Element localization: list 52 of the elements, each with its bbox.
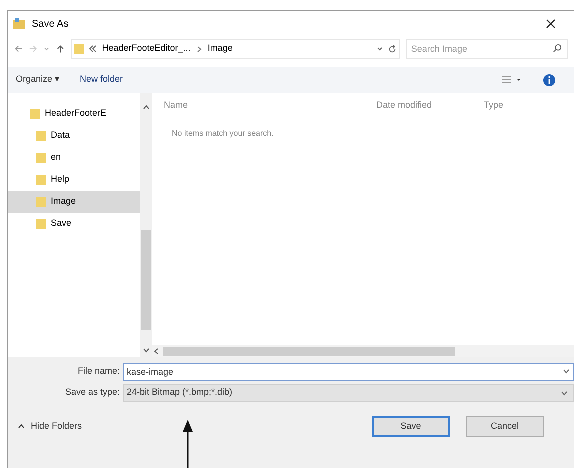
- organize-button[interactable]: Organize ▾: [16, 73, 60, 87]
- breadcrumb[interactable]: Image: [208, 42, 233, 56]
- scrollbar-thumb[interactable]: [141, 230, 151, 330]
- scrollbar-thumb[interactable]: [163, 346, 455, 356]
- new-folder-button[interactable]: New folder: [80, 73, 124, 87]
- cancel-button[interactable]: Cancel: [466, 416, 544, 437]
- annotation-arrow: [182, 420, 194, 468]
- dropdown-icon[interactable]: [377, 46, 384, 52]
- horizontal-scrollbar[interactable]: [152, 345, 574, 357]
- dropdown-icon[interactable]: [563, 369, 570, 374]
- folder-icon: [36, 196, 46, 208]
- column-header[interactable]: Name: [152, 99, 342, 113]
- refresh-icon[interactable]: [388, 44, 398, 54]
- field-label: Save as type:: [64, 386, 121, 400]
- scroll-left-icon[interactable]: [154, 348, 159, 354]
- file-name-field[interactable]: kase-image: [123, 363, 574, 381]
- folder-icon: [12, 18, 26, 30]
- search-field[interactable]: Search Image: [406, 39, 568, 59]
- view-list-icon[interactable]: [501, 75, 523, 85]
- back-icon[interactable]: [14, 44, 24, 54]
- save-button[interactable]: Save: [372, 416, 450, 437]
- empty-message: No items match your search.: [172, 129, 274, 138]
- caret-up-icon: [18, 424, 25, 429]
- up-icon[interactable]: [56, 44, 66, 54]
- window-title: Save As: [32, 18, 69, 32]
- folder-item[interactable]: Image: [8, 191, 140, 213]
- chevron-icon[interactable]: [196, 46, 202, 52]
- field-label: File name:: [76, 365, 121, 378]
- address-field[interactable]: HeaderFooteEditor_... Image: [71, 39, 400, 59]
- hide-folders-button[interactable]: Hide Folders: [18, 420, 82, 434]
- folder-item[interactable]: Help: [8, 169, 140, 191]
- folder-item[interactable]: HeaderFooterE: [8, 103, 140, 125]
- breadcrumb[interactable]: HeaderFooteEditor_...: [102, 42, 191, 56]
- scroll-down-icon[interactable]: [142, 348, 150, 353]
- folder-item[interactable]: en: [8, 147, 140, 169]
- folder-icon: [36, 152, 46, 164]
- file-type-dropdown[interactable]: 24-bit Bitmap (*.bmp;*.dib): [123, 384, 574, 402]
- column-header[interactable]: Date modified: [342, 99, 472, 113]
- folder-icon: [74, 43, 84, 55]
- search-icon[interactable]: [553, 44, 562, 53]
- scroll-up-icon[interactable]: [142, 105, 150, 110]
- dropdown-icon[interactable]: [561, 390, 568, 396]
- folder-icon: [36, 174, 46, 186]
- folder-item[interactable]: Save: [8, 213, 140, 235]
- folder-icon: [36, 218, 46, 230]
- folder-item[interactable]: Data: [8, 125, 140, 147]
- folder-icon: [30, 108, 40, 120]
- help-icon[interactable]: [543, 74, 556, 86]
- folder-icon: [36, 130, 46, 142]
- scrollbar[interactable]: [140, 93, 152, 357]
- double-chevron-icon[interactable]: [89, 45, 98, 53]
- column-header[interactable]: Type: [472, 99, 532, 113]
